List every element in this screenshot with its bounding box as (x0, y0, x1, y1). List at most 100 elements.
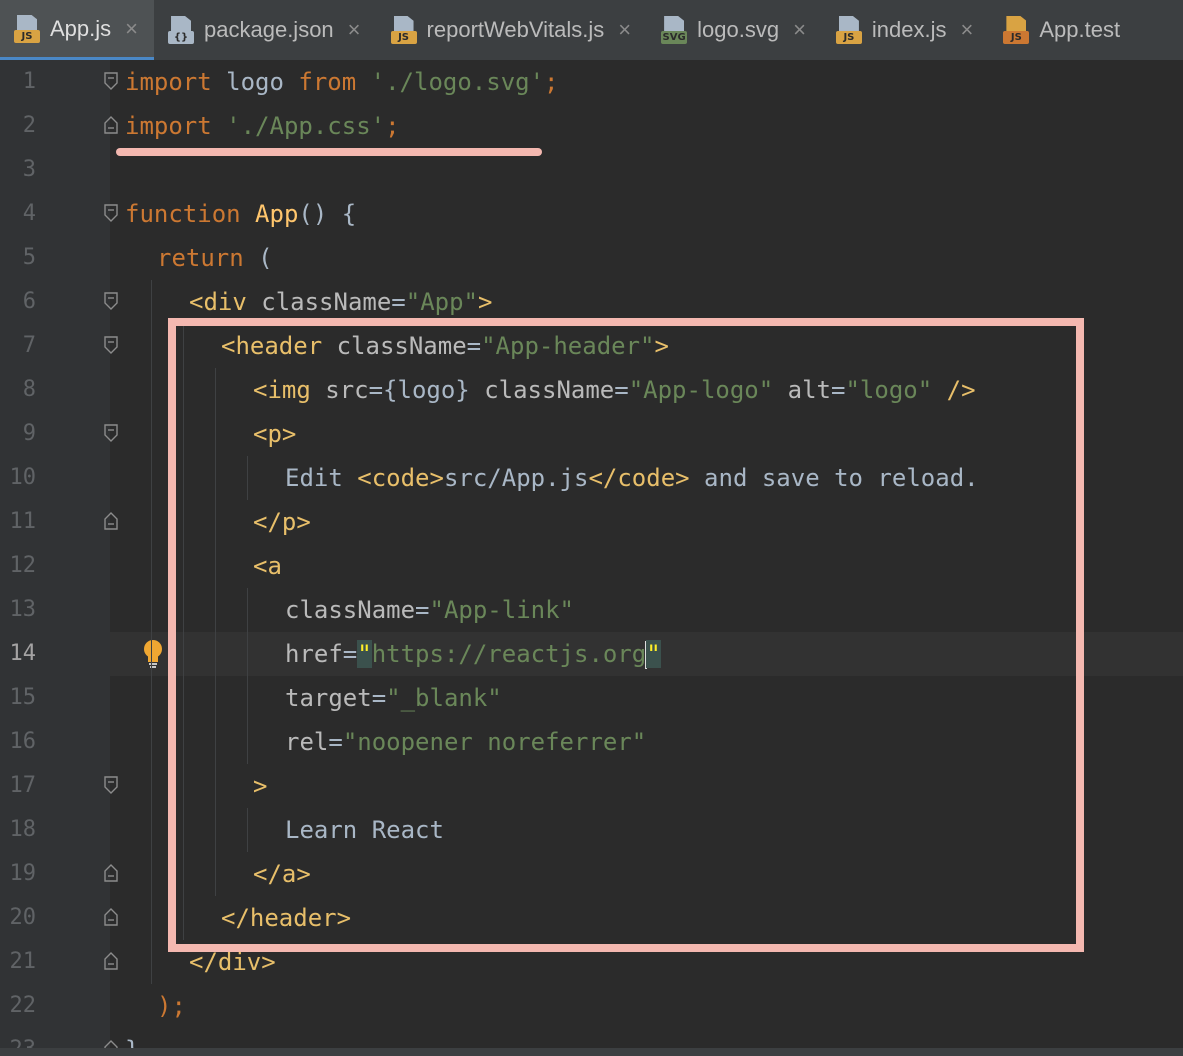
close-tab-icon[interactable]: × (961, 17, 974, 43)
code-token: ; (544, 68, 559, 96)
code-text: import './App.css'; (125, 104, 400, 148)
fold-end-icon[interactable] (104, 116, 118, 134)
close-tab-icon[interactable]: × (125, 16, 138, 42)
tab-app-js[interactable]: JS App.js × (0, 0, 155, 60)
tab-reportwebvitals-js[interactable]: JS reportWebVitals.js × (377, 0, 648, 60)
indent-guide (151, 852, 152, 896)
code-token: return (157, 244, 244, 272)
line-number: 1 (22, 69, 36, 94)
indent-guide (151, 500, 152, 544)
test-js-file-icon: JS (1003, 16, 1030, 44)
line-number: 3 (22, 157, 36, 182)
line-number: 21 (9, 949, 37, 974)
close-tab-icon[interactable]: × (793, 17, 806, 43)
annotation-underline (116, 148, 542, 156)
tab-label: package.json (204, 17, 334, 42)
code-token: import (125, 112, 212, 140)
fold-start-icon[interactable] (104, 776, 118, 794)
indent-guide (151, 764, 152, 808)
code-line[interactable]: 2 import './App.css'; (0, 104, 1183, 148)
indent-guide (151, 676, 152, 720)
code-token: ; (385, 112, 400, 140)
fold-end-icon[interactable] (104, 512, 118, 530)
tab-label: logo.svg (697, 17, 780, 42)
svg-file-icon: SVG (661, 16, 688, 44)
line-number: 2 (22, 113, 36, 138)
line-number: 7 (22, 333, 36, 358)
tab-label: App.test (1039, 17, 1121, 42)
indent-guide (151, 588, 152, 632)
tab-index-js[interactable]: JS index.js × (822, 0, 989, 60)
json-file-icon: {} (168, 16, 195, 44)
indent-guide (151, 368, 152, 412)
code-token: App (255, 200, 299, 228)
annotation-highlight-box (168, 318, 1084, 952)
code-text: import logo from './logo.svg'; (125, 60, 559, 104)
code-token: <div (189, 288, 247, 316)
fold-start-icon[interactable] (104, 292, 118, 310)
tab-logo-svg[interactable]: SVG logo.svg × (647, 0, 822, 60)
tab-label: App.js (50, 15, 112, 41)
code-token: './logo.svg' (370, 68, 545, 96)
js-file-icon: JS (835, 16, 862, 44)
line-number: 10 (9, 465, 37, 490)
editor-tab-bar: JS App.js × {} package.json × JS reportWebVital… (0, 0, 1183, 61)
js-file-icon: JS (14, 14, 40, 43)
indent-guide (151, 412, 152, 456)
line-number: 4 (22, 201, 36, 226)
line-number: 8 (22, 377, 36, 402)
code-line[interactable]: 22); (0, 984, 1183, 1028)
close-tab-icon[interactable]: × (348, 17, 361, 43)
indent-guide (151, 720, 152, 764)
indent-guide (151, 280, 152, 324)
fold-start-icon[interactable] (104, 72, 118, 90)
code-token: () { (298, 200, 357, 228)
code-text: function App() { (125, 192, 356, 236)
code-token: = (391, 288, 406, 316)
tab-package-json[interactable]: {} package.json × (154, 0, 377, 60)
line-number: 17 (9, 773, 37, 798)
line-number: 13 (9, 597, 37, 622)
tab-app-test[interactable]: JS App.test (989, 0, 1136, 60)
indent-guide (151, 632, 152, 676)
code-token: ); (157, 992, 186, 1020)
indent-guide (151, 456, 152, 500)
line-number: 22 (9, 993, 37, 1018)
code-token: </div> (189, 948, 276, 976)
tab-label: index.js (871, 17, 947, 42)
fold-start-icon[interactable] (104, 424, 118, 442)
line-number: 11 (9, 509, 37, 534)
code-line[interactable]: 4 function App() { (0, 192, 1183, 236)
line-number: 14 (9, 641, 37, 666)
fold-end-icon[interactable] (104, 864, 118, 882)
lightbulb-icon[interactable] (141, 638, 165, 670)
code-token: > (478, 288, 493, 316)
fold-start-icon[interactable] (104, 204, 118, 222)
line-number: 19 (9, 861, 37, 886)
code-token: "App" (405, 288, 478, 316)
horizontal-scrollbar[interactable] (0, 1048, 1183, 1056)
code-line[interactable]: 1 import logo from './logo.svg'; (0, 60, 1183, 104)
indent-guide (151, 544, 152, 588)
code-text: ); (157, 984, 186, 1028)
line-number: 16 (9, 729, 37, 754)
indent-guide (151, 808, 152, 852)
line-number: 15 (9, 685, 37, 710)
tab-label: reportWebVitals.js (426, 17, 605, 42)
code-line[interactable]: 5 return ( (0, 236, 1183, 280)
line-number: 9 (22, 421, 36, 446)
fold-end-icon[interactable] (104, 908, 118, 926)
js-file-icon: JS (390, 16, 417, 44)
code-token: function (125, 200, 241, 228)
fold-start-icon[interactable] (104, 336, 118, 354)
code-token: ( (243, 244, 273, 272)
fold-end-icon[interactable] (104, 952, 118, 970)
close-tab-icon[interactable]: × (618, 17, 631, 43)
indent-guide (151, 940, 152, 984)
line-number: 18 (9, 817, 37, 842)
code-token: logo (211, 68, 299, 96)
